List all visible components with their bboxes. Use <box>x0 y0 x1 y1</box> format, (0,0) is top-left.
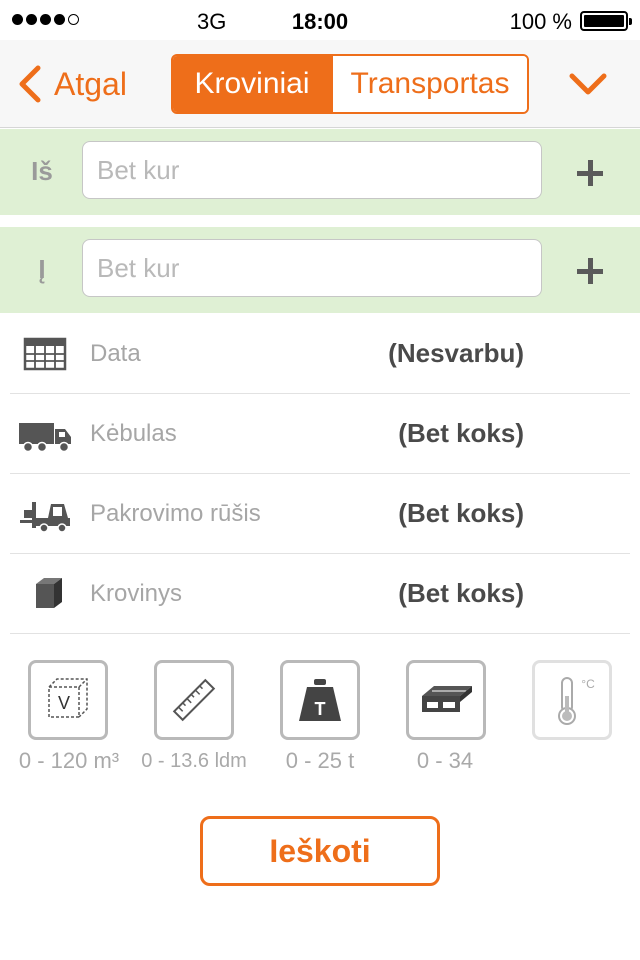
cargo-value: (Bet koks) <box>398 578 524 608</box>
date-value: (Nesvarbu) <box>388 338 524 368</box>
svg-text:V: V <box>58 693 70 713</box>
back-button[interactable]: Atgal <box>14 62 127 106</box>
date-option-row[interactable]: Data (Nesvarbu) <box>10 314 630 394</box>
length-filter-button[interactable] <box>154 660 234 740</box>
svg-text:T: T <box>315 699 326 719</box>
pallet-icon <box>422 686 472 712</box>
volume-icon: V <box>48 678 88 718</box>
body-type-label: Kėbulas <box>90 420 177 447</box>
ruler-icon <box>172 678 216 722</box>
loading-type-value: (Bet koks) <box>398 498 524 528</box>
destination-row: Į <box>0 227 640 313</box>
back-label: Atgal <box>54 65 127 102</box>
calendar-icon <box>23 337 67 371</box>
navigation-bar: Atgal Kroviniai Transportas <box>0 40 640 128</box>
thermometer-icon: °C <box>558 677 595 725</box>
weight-icon: T <box>299 679 341 721</box>
pallets-range: 0 - 34 <box>416 748 474 773</box>
battery-icon <box>580 11 632 31</box>
tab-transport[interactable]: Transportas <box>331 56 527 112</box>
back-chevron-icon <box>19 65 41 103</box>
cargo-label: Krovinys <box>90 580 183 607</box>
origin-row: Iš <box>0 129 640 215</box>
volume-range: 0 - 120 m³ <box>18 748 120 773</box>
chevron-down-icon[interactable] <box>566 64 610 104</box>
weight-filter-button[interactable]: T <box>280 660 360 740</box>
destination-label: Į <box>38 254 46 284</box>
loading-type-label: Pakrovimo rūšis <box>90 500 261 527</box>
temperature-filter-button[interactable]: °C <box>532 660 612 740</box>
origin-input[interactable] <box>82 141 542 199</box>
svg-text:°C: °C <box>581 677 595 691</box>
body-type-value: (Bet koks) <box>398 418 524 448</box>
cargo-option-row[interactable]: Krovinys (Bet koks) <box>10 554 630 634</box>
search-button[interactable]: Ieškoti <box>200 816 440 886</box>
status-bar: 3G 18:00 100 % <box>0 0 640 40</box>
tab-cargo[interactable]: Kroviniai <box>173 56 331 112</box>
body-type-option-row[interactable]: Kėbulas (Bet koks) <box>10 394 630 474</box>
truck-icon <box>19 423 71 453</box>
mode-segmented-control: Kroviniai Transportas <box>171 54 529 114</box>
destination-input[interactable] <box>82 239 542 297</box>
add-destination-button[interactable] <box>570 251 610 291</box>
length-range: 0 - 13.6 ldm <box>141 750 247 772</box>
loading-type-option-row[interactable]: Pakrovimo rūšis (Bet koks) <box>10 474 630 554</box>
pallets-filter-button[interactable] <box>406 660 486 740</box>
add-origin-button[interactable] <box>570 153 610 193</box>
volume-filter-button[interactable]: V <box>28 660 108 740</box>
date-label: Data <box>90 340 141 367</box>
forklift-icon <box>20 502 70 533</box>
box-icon <box>36 578 62 608</box>
battery-percent: 100 % <box>509 9 572 34</box>
weight-range: 0 - 25 t <box>285 748 355 773</box>
origin-label: Iš <box>31 156 53 186</box>
